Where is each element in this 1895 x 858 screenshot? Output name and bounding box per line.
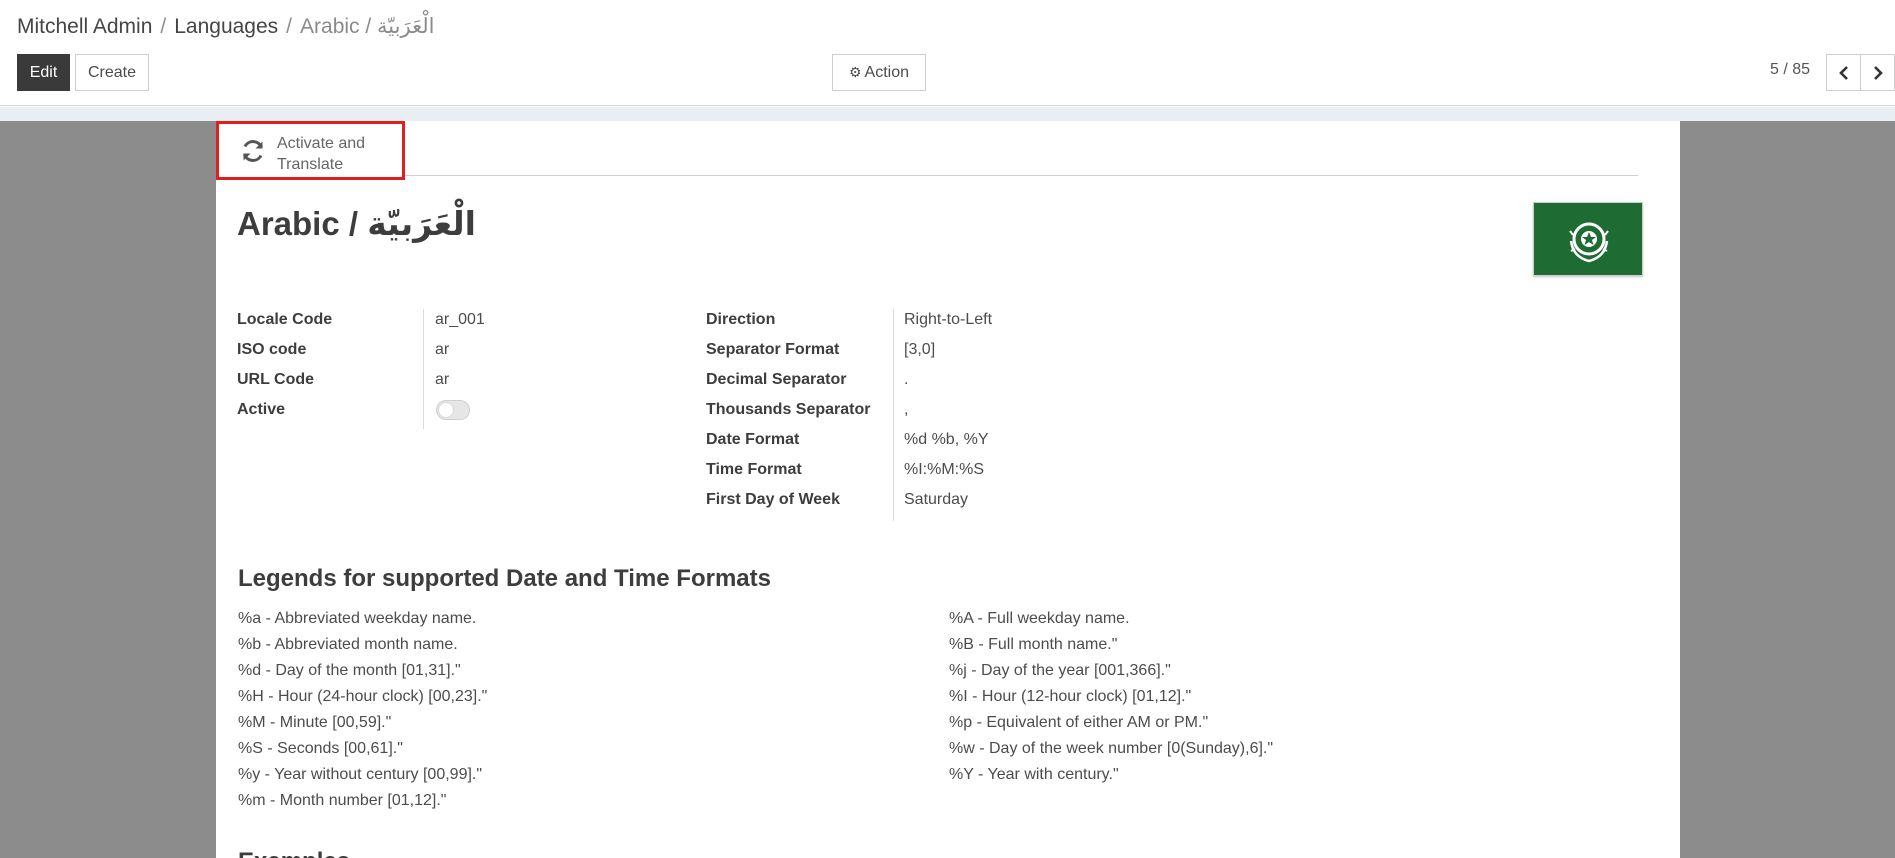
legend-item: %A - Full weekday name.: [949, 610, 1130, 627]
direction-label: Direction: [706, 311, 776, 328]
locale-code-value: ar_001: [435, 311, 485, 328]
action-label: Action: [864, 64, 910, 81]
active-label: Active: [237, 401, 286, 418]
form-side-right: [1680, 121, 1895, 858]
legend-item: %j - Day of the year [001,366].": [949, 662, 1171, 679]
chevron-right-icon: [1873, 65, 1883, 80]
direction-value: Right-to-Left: [904, 311, 993, 328]
date-format-value: %d %b, %Y: [904, 431, 989, 448]
record-title: Arabic / الْعَرَبيّة: [237, 205, 476, 242]
legend-item: %B - Full month name.": [949, 636, 1118, 653]
action-button[interactable]: ⚙ Action: [832, 54, 926, 91]
url-code-value: ar: [435, 371, 450, 388]
form-sheet: Activate and Translate Arabic / الْعَرَب…: [216, 121, 1680, 858]
gear-icon: ⚙: [848, 64, 862, 80]
control-panel: Mitchell Admin / Languages / Arabic / الْعَر…: [0, 0, 1895, 106]
activate-and-translate-label: Activate and Translate: [277, 135, 366, 173]
legend-item: %d - Day of the month [01,31].": [238, 662, 461, 679]
thousands-separator-value: ,: [904, 401, 909, 418]
date-format-label: Date Format: [706, 431, 800, 448]
left-group-separator: [423, 309, 424, 429]
chevron-left-icon: [1838, 65, 1848, 80]
first-day-of-week-label: First Day of Week: [706, 491, 840, 508]
iso-code-value: ar: [435, 341, 450, 358]
legend-item: %M - Minute [00,59].": [238, 714, 392, 731]
breadcrumb-separator: /: [160, 15, 167, 38]
pager-previous-button[interactable]: [1826, 54, 1861, 91]
legend-item: %y - Year without century [00,99].": [238, 766, 483, 783]
first-day-of-week-value: Saturday: [904, 491, 969, 508]
form-side-left: [0, 121, 216, 858]
breadcrumb-item-languages[interactable]: Languages: [174, 15, 278, 38]
iso-code-label: ISO code: [237, 341, 307, 358]
decimal-separator-value: .: [904, 371, 909, 388]
thousands-separator-label: Thousands Separator: [706, 401, 871, 418]
activate-and-translate-button[interactable]: Activate and Translate: [216, 121, 405, 180]
legend-item: %w - Day of the week number [0(Sunday),6…: [949, 740, 1274, 757]
create-button[interactable]: Create: [75, 54, 149, 91]
breadcrumb-separator: /: [286, 15, 293, 38]
time-format-value: %I:%M:%S: [904, 461, 985, 478]
arab-league-emblem-icon: [1569, 222, 1609, 263]
legend-item: %H - Hour (24-hour clock) [00,23].": [238, 688, 488, 705]
separator-format-label: Separator Format: [706, 341, 840, 358]
edit-button[interactable]: Edit: [17, 54, 70, 91]
legend-item: %Y - Year with century.": [949, 766, 1119, 783]
breadcrumb-current: Arabic / الْعَرَبيّة: [300, 15, 435, 38]
decimal-separator-label: Decimal Separator: [706, 371, 847, 388]
legend-item: %S - Seconds [00,61].": [238, 740, 403, 757]
refresh-icon: [243, 140, 263, 162]
breadcrumb-item-mitchell-admin[interactable]: Mitchell Admin: [17, 15, 152, 38]
legend-item: %I - Hour (12-hour clock) [01,12].": [949, 688, 1192, 705]
statusbar-divider: [216, 175, 1638, 176]
legend-item: %b - Abbreviated month name.: [238, 636, 458, 653]
pager-value[interactable]: 5 / 85: [1770, 61, 1810, 79]
active-toggle[interactable]: [436, 400, 470, 420]
locale-code-label: Locale Code: [237, 311, 333, 328]
breadcrumb: Mitchell Admin / Languages / Arabic / الْعَر…: [17, 12, 434, 42]
separator-format-value: [3,0]: [904, 341, 936, 358]
form-top-strip: [0, 107, 1895, 121]
legend-item: %p - Equivalent of either AM or PM.": [949, 714, 1209, 731]
legend-item: %m - Month number [01,12].": [238, 792, 447, 809]
legends-heading: Legends for supported Date and Time Form…: [238, 565, 771, 592]
right-group-separator: [893, 309, 894, 521]
legend-item: %a - Abbreviated weekday name.: [238, 610, 477, 627]
language-flag-image: [1533, 202, 1643, 276]
time-format-label: Time Format: [706, 461, 802, 478]
url-code-label: URL Code: [237, 371, 315, 388]
pager-next-button[interactable]: [1860, 54, 1895, 91]
examples-heading: Examples: [238, 848, 350, 858]
